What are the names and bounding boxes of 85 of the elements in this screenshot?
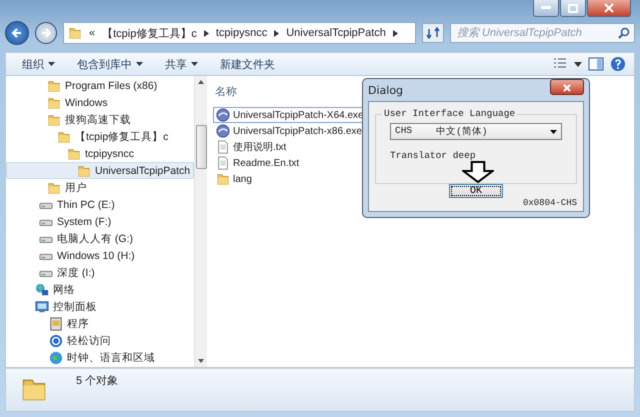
minimize-button[interactable] — [533, 0, 559, 17]
file-item[interactable]: UniversalTcpipPatch-x86.exe — [213, 123, 367, 139]
close-icon — [604, 3, 614, 13]
ok-button[interactable]: OK — [449, 184, 503, 198]
forward-arrow-icon — [40, 27, 52, 39]
refresh-button[interactable] — [422, 23, 444, 43]
folder-icon — [47, 180, 61, 194]
folder-icon — [47, 112, 61, 126]
sidebar-item[interactable]: 【tcpip修复工具】c — [6, 128, 194, 145]
chevron-icon[interactable] — [204, 30, 209, 36]
text-file-icon — [216, 156, 230, 170]
sidebar-item[interactable]: 网络 — [6, 281, 194, 298]
dropdown-caret-icon[interactable] — [574, 62, 582, 66]
file-item[interactable]: Readme.En.txt — [213, 155, 304, 171]
close-icon — [563, 84, 571, 92]
folder-icon — [67, 146, 81, 160]
preview-pane-icon[interactable] — [588, 56, 604, 72]
group-label: User Interface Language — [382, 108, 518, 119]
item-count: 5 个对象 — [76, 374, 118, 388]
search-icon[interactable] — [618, 27, 630, 39]
translator-label: Translator deep — [390, 150, 477, 161]
close-button[interactable] — [587, 0, 631, 17]
sidebar-item[interactable]: Thin PC (E:) — [6, 196, 194, 213]
address-overflow[interactable]: « — [89, 27, 96, 39]
toolbar-button[interactable]: 新建文件夹 — [212, 54, 283, 74]
clock-globe-icon — [49, 350, 63, 364]
maximize-button[interactable] — [560, 0, 586, 17]
chevron-icon[interactable] — [274, 30, 280, 36]
sidebar-item[interactable]: 程序 — [6, 315, 194, 332]
scrollbar[interactable] — [194, 76, 207, 367]
globe-app-icon — [216, 124, 230, 138]
toolbar-button[interactable]: 包含到库中 — [69, 54, 151, 74]
sidebar-item[interactable]: System (F:) — [6, 213, 194, 230]
monitor-icon — [35, 300, 49, 314]
file-item[interactable]: 使用说明.txt — [213, 139, 292, 155]
chevron-icon[interactable] — [392, 30, 398, 36]
caret-icon — [136, 62, 143, 66]
folder-icon — [47, 96, 61, 110]
breadcrumb[interactable]: 【tcpip修复工具】c — [102, 26, 197, 40]
sidebar-item[interactable]: 深度 (I:) — [6, 264, 194, 281]
sidebar-item[interactable]: 用户 — [6, 179, 194, 196]
scroll-up-icon[interactable] — [198, 80, 204, 84]
caret-icon — [48, 62, 55, 66]
text-file-icon — [216, 140, 230, 154]
sidebar-item[interactable]: Program Files (x86) — [6, 77, 194, 94]
scroll-thumb[interactable] — [196, 124, 206, 168]
forward-button[interactable] — [35, 22, 57, 44]
breadcrumb[interactable]: UniversalTcpipPatch — [286, 27, 386, 39]
folder-icon — [47, 78, 61, 92]
down-arrow-drawing — [462, 161, 494, 183]
accessibility-icon — [49, 334, 63, 348]
back-arrow-icon — [11, 27, 23, 39]
folder-icon — [68, 26, 82, 40]
language-dropdown[interactable]: CHS 中文(简体) — [390, 123, 562, 140]
breadcrumb[interactable]: tcpipysncc — [216, 27, 268, 39]
language-id-label: 0x0804-CHS — [522, 198, 577, 208]
close-button[interactable] — [550, 79, 584, 95]
folder-icon — [216, 172, 230, 186]
sidebar-item[interactable]: 轻松访问 — [6, 332, 194, 349]
file-item[interactable]: lang — [213, 171, 257, 187]
minimize-icon — [541, 6, 551, 10]
maximize-icon — [568, 4, 578, 12]
program-window-icon — [49, 316, 63, 330]
folder-icon — [77, 164, 91, 178]
search-field[interactable]: 搜索 UniversalTcpipPatch — [450, 23, 635, 43]
address-bar[interactable]: « 【tcpip修复工具】c tcpipysncc UniversalTcpipPatch — [63, 22, 416, 44]
dropdown-caret-icon[interactable] — [550, 130, 557, 134]
help-icon[interactable] — [610, 56, 626, 72]
back-button[interactable] — [5, 21, 29, 45]
globe-app-icon — [216, 108, 230, 122]
network-globe-icon — [35, 282, 49, 296]
sidebar-item[interactable]: 控制面板 — [6, 298, 194, 315]
sidebar-item[interactable]: 搜狗高速下载 — [6, 111, 194, 128]
scroll-down-icon[interactable] — [198, 359, 204, 363]
sidebar-item[interactable]: 电脑人人有 (G:) — [6, 230, 194, 247]
dialog-title: Dialog — [368, 84, 404, 96]
toolbar-button[interactable]: 组织 — [14, 54, 63, 74]
sidebar-item[interactable]: UniversalTcpipPatch — [6, 162, 194, 179]
sidebar-item[interactable]: Windows — [6, 94, 194, 111]
sidebar-item[interactable]: tcpipysncc — [6, 145, 194, 162]
sidebar-item[interactable]: Windows 10 (H:) — [6, 247, 194, 264]
sidebar-item[interactable]: 时钟、语言和区域 — [6, 349, 194, 366]
toolbar-button[interactable]: 共享 — [157, 54, 206, 74]
folder-icon — [57, 130, 71, 144]
caret-icon — [191, 62, 198, 66]
